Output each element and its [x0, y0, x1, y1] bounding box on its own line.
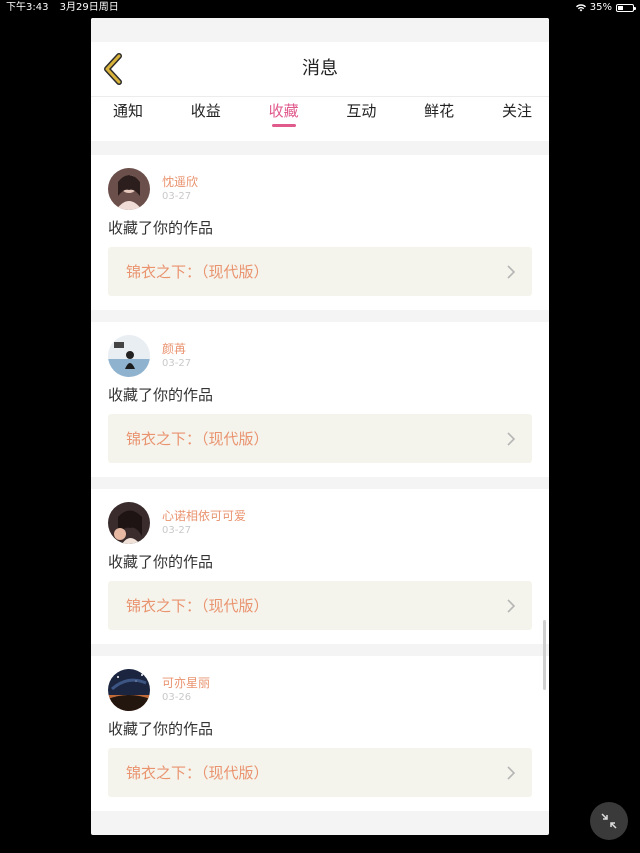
active-tab-indicator [271, 124, 296, 127]
divider [91, 141, 549, 155]
tab-label: 互动 [346, 102, 377, 120]
work-title: 锦衣之下：（现代版） [126, 430, 269, 448]
user-meta: 忱遥欣 03-27 [162, 174, 198, 204]
avatar[interactable] [108, 168, 150, 210]
collapse-button[interactable] [590, 802, 628, 840]
tab-favorites[interactable]: 收藏 [264, 97, 304, 141]
user-meta: 可亦星丽 03-26 [162, 675, 210, 705]
list-item: 忱遥欣 03-27 收藏了你的作品 锦衣之下：（现代版） [91, 155, 549, 310]
list-item: 心诺相依可可爱 03-27 收藏了你的作品 锦衣之下：（现代版） [91, 489, 549, 644]
top-strip [91, 18, 549, 42]
date: 03-27 [162, 191, 192, 202]
user-row: 颜苒 03-27 [108, 334, 532, 378]
wifi-icon [575, 4, 586, 12]
tab-flowers[interactable]: 鲜花 [419, 97, 459, 141]
status-left: 下午3:43 3月29日周日 [6, 0, 127, 16]
action-text: 收藏了你的作品 [108, 553, 214, 571]
chevron-right-icon [507, 431, 516, 446]
battery-fill [618, 6, 623, 10]
status-right: 35% [575, 0, 636, 16]
page-title: 消息 [302, 58, 338, 79]
chevron-right-icon [507, 264, 516, 279]
username[interactable]: 忱遥欣 [162, 174, 198, 190]
date: 03-27 [162, 358, 192, 369]
tab-bar: 通知 收益 收藏 互动 鲜花 关注 [91, 97, 549, 141]
work-link[interactable]: 锦衣之下：（现代版） [108, 414, 532, 463]
collapse-arrows-icon [601, 813, 617, 829]
user-row: 心诺相依可可爱 03-27 [108, 501, 532, 545]
user-meta: 颜苒 03-27 [162, 341, 191, 371]
work-link[interactable]: 锦衣之下：（现代版） [108, 247, 532, 296]
tab-label: 鲜花 [424, 102, 455, 120]
chevron-right-icon [507, 765, 516, 780]
status-time: 下午3:43 [6, 2, 49, 13]
avatar[interactable] [108, 335, 150, 377]
user-meta: 心诺相依可可爱 03-27 [162, 508, 246, 538]
battery-percent: 35% [589, 2, 612, 13]
tab-label: 通知 [112, 102, 143, 120]
tab-notifications[interactable]: 通知 [108, 97, 148, 141]
user-row: 忱遥欣 03-27 [108, 167, 532, 211]
tab-label: 收益 [190, 102, 221, 120]
user-row: 可亦星丽 03-26 [108, 668, 532, 712]
work-link[interactable]: 锦衣之下：（现代版） [108, 581, 532, 630]
date: 03-26 [162, 692, 192, 703]
work-link[interactable]: 锦衣之下：（现代版） [108, 748, 532, 797]
list-item: 可亦星丽 03-26 收藏了你的作品 锦衣之下：（现代版） [91, 656, 549, 811]
header: 消息 [91, 42, 549, 97]
scrollbar[interactable] [543, 620, 546, 690]
tab-follows[interactable]: 关注 [497, 97, 537, 141]
action-text: 收藏了你的作品 [108, 386, 214, 404]
avatar[interactable] [108, 502, 150, 544]
status-date: 3月29日周日 [59, 2, 119, 13]
tab-label: 收藏 [268, 102, 299, 120]
date: 03-27 [162, 525, 192, 536]
work-title: 锦衣之下：（现代版） [126, 597, 269, 615]
avatar-image [108, 669, 150, 711]
action-text: 收藏了你的作品 [108, 219, 214, 237]
tab-label: 关注 [501, 102, 532, 120]
chevron-right-icon [507, 598, 516, 613]
avatar-image [108, 335, 150, 377]
avatar-image [108, 502, 150, 544]
list-item: 颜苒 03-27 收藏了你的作品 锦衣之下：（现代版） [91, 322, 549, 477]
username[interactable]: 心诺相依可可爱 [162, 508, 246, 524]
status-bar: 下午3:43 3月29日周日 35% [0, 0, 640, 16]
tab-earnings[interactable]: 收益 [186, 97, 226, 141]
avatar[interactable] [108, 669, 150, 711]
username[interactable]: 可亦星丽 [162, 675, 210, 691]
work-title: 锦衣之下：（现代版） [126, 263, 269, 281]
work-title: 锦衣之下：（现代版） [126, 764, 269, 782]
tab-interactions[interactable]: 互动 [341, 97, 381, 141]
action-text: 收藏了你的作品 [108, 720, 214, 738]
avatar-image [108, 168, 150, 210]
battery-icon [616, 4, 636, 12]
app-window: 消息 通知 收益 收藏 互动 鲜花 关注 忱遥欣 03-27 收藏了你的作品 锦… [91, 18, 549, 835]
username[interactable]: 颜苒 [162, 341, 191, 357]
